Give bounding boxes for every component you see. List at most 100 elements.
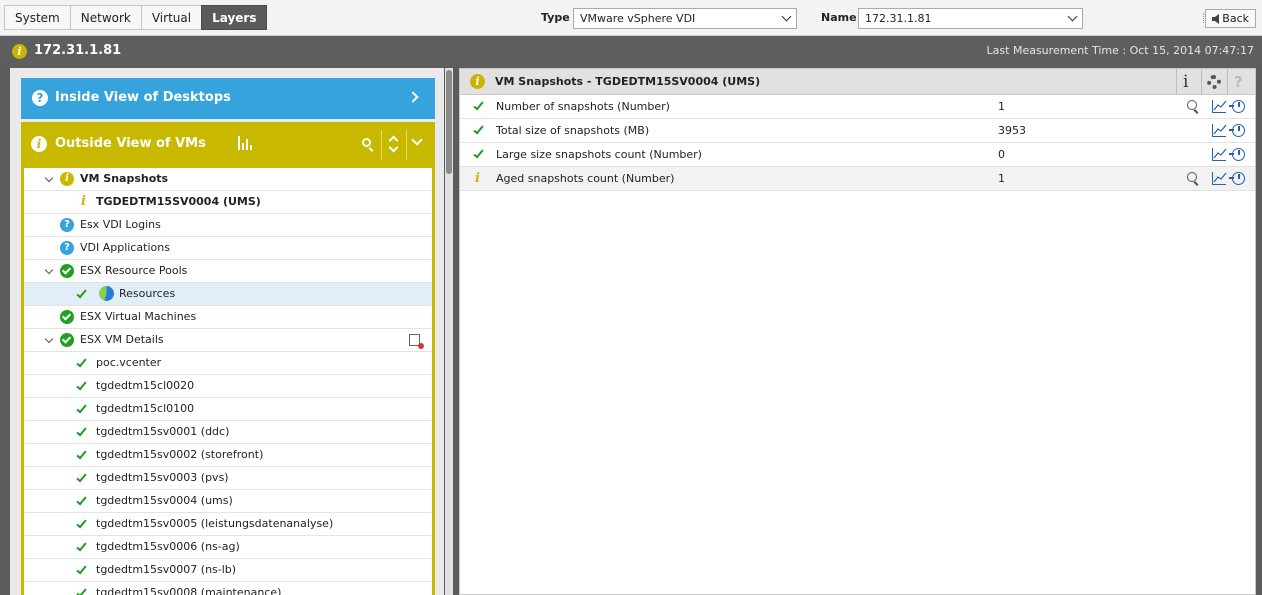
chevron-right-icon[interactable]: [407, 91, 419, 103]
tree-item[interactable]: ? VDI Applications: [24, 237, 432, 260]
inside-view-header[interactable]: ? Inside View of Desktops: [21, 78, 435, 119]
expand-collapse-icon[interactable]: [387, 134, 401, 156]
report-icon[interactable]: [409, 334, 424, 349]
tree-item-label: tgdedtm15sv0004 (ums): [96, 494, 233, 507]
trend-graph-icon[interactable]: [1212, 172, 1227, 185]
measure-row[interactable]: Number of snapshots (Number) 1: [460, 95, 1255, 119]
tree-item[interactable]: tgdedtm15sv0001 (ddc): [24, 421, 432, 444]
measure-row[interactable]: Total size of snapshots (MB) 3953: [460, 119, 1255, 143]
divider: [1227, 69, 1228, 95]
tree-item[interactable]: ESX Virtual Machines: [24, 306, 432, 329]
tree-item[interactable]: tgdedtm15sv0002 (storefront): [24, 444, 432, 467]
ok-status-icon: [60, 264, 74, 278]
tree-item-label: poc.vcenter: [96, 356, 162, 369]
chevron-down-icon: [1067, 11, 1078, 22]
tree-item[interactable]: i VM Snapshots: [24, 168, 432, 191]
type-select[interactable]: VMware vSphere VDI: [573, 8, 797, 29]
tab-system[interactable]: System: [4, 5, 70, 30]
check-icon: [76, 494, 87, 506]
check-icon: [76, 356, 87, 368]
history-icon[interactable]: [1229, 100, 1245, 113]
trend-graph-icon[interactable]: [1212, 100, 1227, 113]
measure-name: Aged snapshots count (Number): [496, 172, 675, 185]
gear-icon[interactable]: [1207, 75, 1221, 89]
trend-graph-icon[interactable]: [1212, 124, 1227, 137]
search-icon[interactable]: [362, 138, 371, 147]
tree-item[interactable]: tgdedtm15sv0006 (ns-ag): [24, 536, 432, 559]
trend-graph-icon[interactable]: [1212, 148, 1227, 161]
outside-view-title: Outside View of VMs: [55, 136, 206, 151]
inside-view-title: Inside View of Desktops: [55, 90, 231, 105]
chevron-down-icon[interactable]: [411, 134, 423, 146]
host-title: 172.31.1.81: [34, 43, 122, 58]
tree-item[interactable]: ? Esx VDI Logins: [24, 214, 432, 237]
check-icon: [76, 448, 87, 460]
help-icon[interactable]: ?: [1234, 73, 1243, 91]
info-status-icon: i: [60, 172, 74, 186]
tree-item[interactable]: tgdedtm15sv0005 (leistungsdatenanalyse): [24, 513, 432, 536]
left-scrollbar[interactable]: [445, 68, 453, 595]
tree-item[interactable]: Resources: [24, 283, 432, 306]
details-info-icon[interactable]: i: [1183, 72, 1188, 92]
check-icon: [76, 402, 87, 414]
chevron-down-icon[interactable]: [44, 334, 54, 344]
tree-item[interactable]: tgdedtm15sv0007 (ns-lb): [24, 559, 432, 582]
tree-item-label: Resources: [119, 287, 176, 300]
history-icon[interactable]: [1229, 148, 1245, 161]
outside-view-panel: i Outside View of VMs i VM Snapshots i TGDE…: [21, 122, 435, 595]
check-icon: [76, 563, 87, 575]
measure-row[interactable]: Large size snapshots count (Number) 0: [460, 143, 1255, 167]
measure-name: Total size of snapshots (MB): [496, 124, 650, 137]
tree-item[interactable]: i TGDEDTM15SV0004 (UMS): [24, 191, 432, 214]
back-label: Back: [1222, 12, 1249, 25]
history-icon[interactable]: [1229, 124, 1245, 137]
search-icon[interactable]: [1187, 172, 1197, 182]
tree-item-label: tgdedtm15sv0001 (ddc): [96, 425, 230, 438]
tree-item[interactable]: tgdedtm15sv0008 (maintenance): [24, 582, 432, 595]
tree-item-label: TGDEDTM15SV0004 (UMS): [96, 195, 261, 208]
tree-item-label: tgdedtm15sv0008 (maintenance): [96, 586, 282, 595]
chevron-down-icon[interactable]: [44, 173, 54, 183]
divider: [381, 130, 382, 160]
info-icon: i: [470, 74, 485, 89]
search-icon[interactable]: [1187, 100, 1197, 110]
tree-item[interactable]: tgdedtm15cl0100: [24, 398, 432, 421]
tree-item[interactable]: ESX VM Details: [24, 329, 432, 352]
layers-panel: ? Inside View of Desktops i Outside View…: [10, 68, 444, 595]
check-icon: [473, 123, 484, 135]
outside-view-header: i Outside View of VMs: [21, 122, 435, 168]
tree-item[interactable]: poc.vcenter: [24, 352, 432, 375]
name-select[interactable]: 172.31.1.81: [858, 8, 1083, 29]
divider: [1176, 69, 1177, 95]
tree-item[interactable]: ESX Resource Pools: [24, 260, 432, 283]
tab-virtual[interactable]: Virtual: [140, 5, 202, 30]
tree-item[interactable]: tgdedtm15sv0003 (pvs): [24, 467, 432, 490]
info-status-icon: i: [81, 194, 86, 209]
unknown-status-icon: ?: [60, 241, 74, 255]
check-icon: [473, 147, 484, 159]
back-button[interactable]: Back: [1205, 9, 1256, 28]
info-icon: i: [31, 136, 47, 152]
tree-item-label: tgdedtm15cl0100: [96, 402, 195, 415]
layer-tabs: System Network Virtual Layers: [4, 5, 268, 30]
tree-item[interactable]: tgdedtm15cl0020: [24, 375, 432, 398]
tree-item-label: VDI Applications: [80, 241, 170, 254]
divider: [406, 130, 407, 160]
bar-chart-icon[interactable]: [237, 136, 253, 150]
tab-network[interactable]: Network: [69, 5, 141, 30]
measure-value: 1: [998, 172, 1005, 185]
measure-name: Number of snapshots (Number): [496, 100, 670, 113]
check-icon: [76, 540, 87, 552]
history-icon[interactable]: [1229, 172, 1245, 185]
tree-item-label: tgdedtm15sv0005 (leistungsdatenanalyse): [96, 517, 334, 530]
divider: [1201, 69, 1202, 95]
name-label: Name: [821, 11, 857, 24]
chevron-down-icon[interactable]: [44, 265, 54, 275]
measure-row[interactable]: i Aged snapshots count (Number) 1: [460, 167, 1255, 191]
measures-header: i VM Snapshots - TGDEDTM15SV0004 (UMS) i…: [460, 69, 1255, 95]
tree-item[interactable]: tgdedtm15sv0004 (ums): [24, 490, 432, 513]
tree-item-label: ESX Virtual Machines: [80, 310, 197, 323]
measure-name: Large size snapshots count (Number): [496, 148, 702, 161]
tab-layers[interactable]: Layers: [201, 5, 268, 30]
scroll-thumb[interactable]: [446, 70, 452, 174]
